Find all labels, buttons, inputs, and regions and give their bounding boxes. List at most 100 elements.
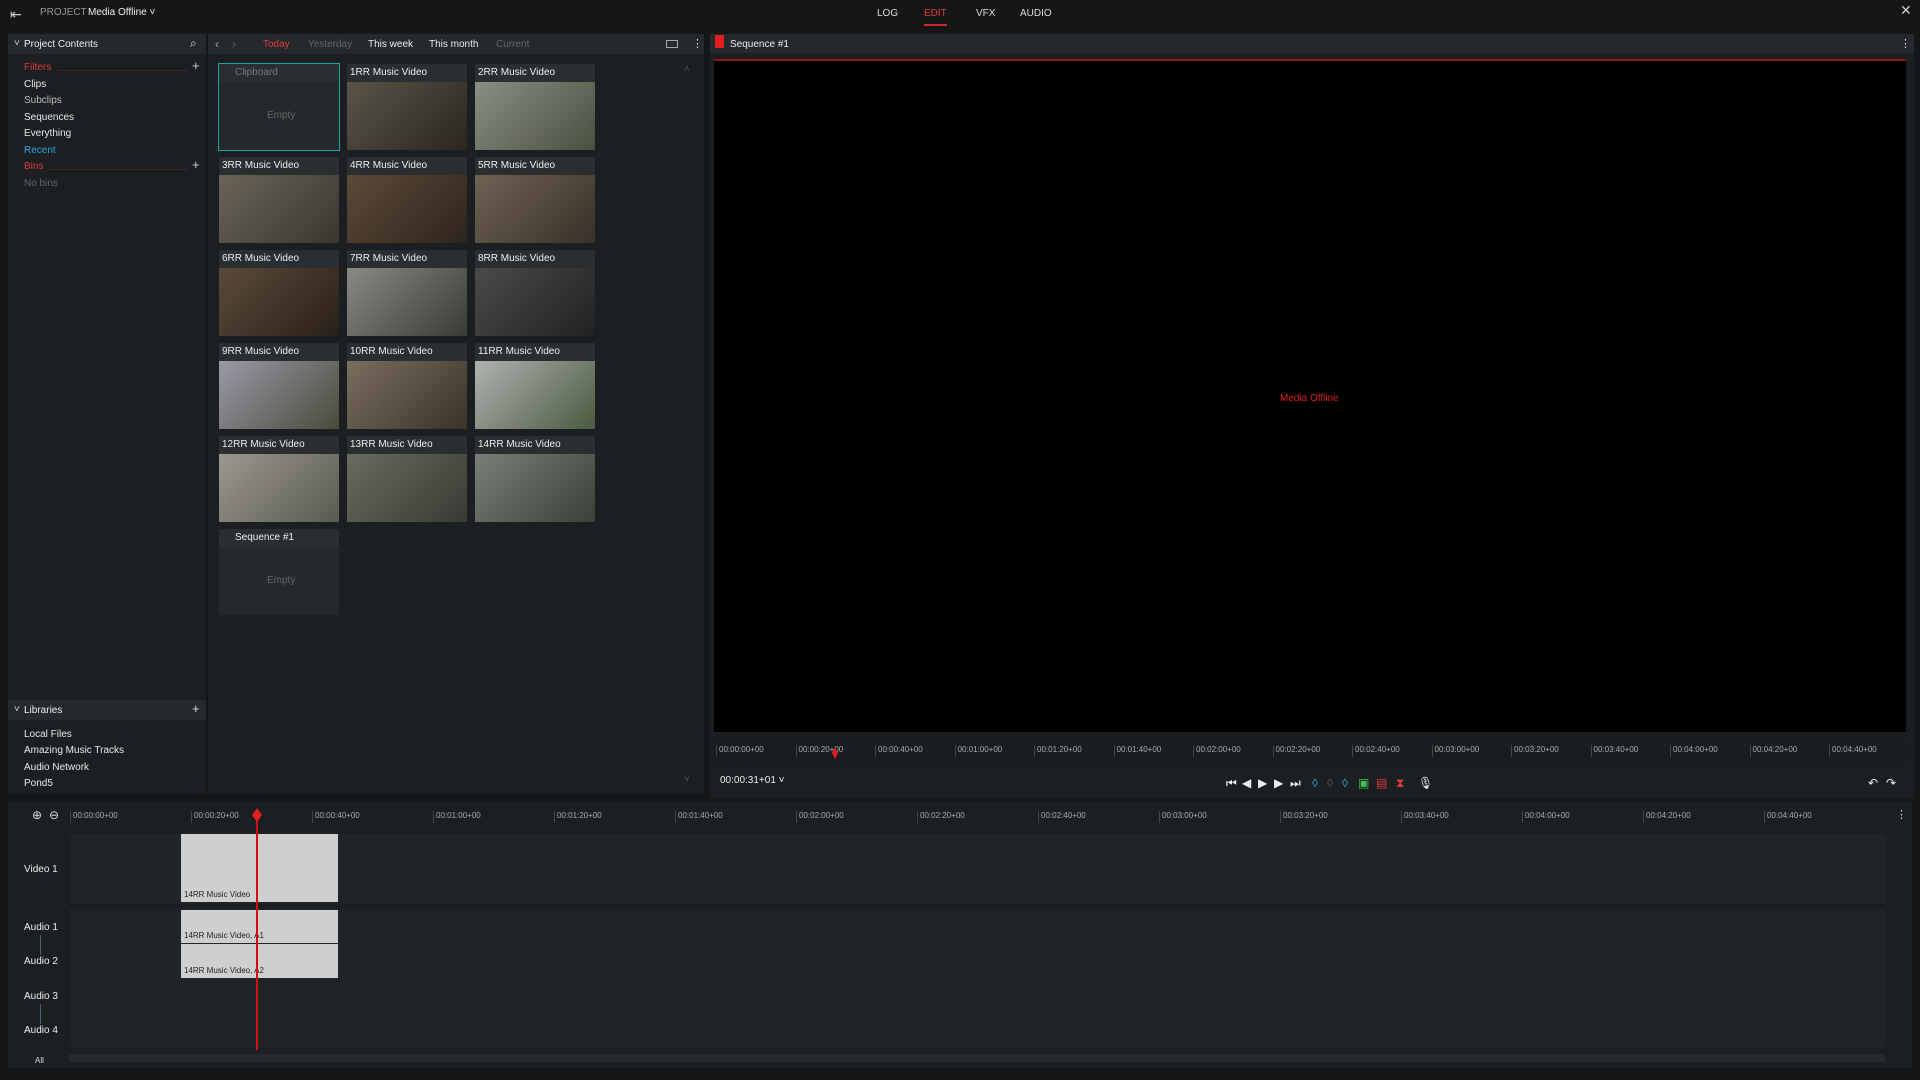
step-back-icon[interactable]: ◀ xyxy=(1242,776,1251,790)
insert-icon[interactable]: ▣ xyxy=(1358,776,1369,790)
track-audio-3[interactable]: Audio 3 xyxy=(24,991,58,1002)
tab-today[interactable]: Today xyxy=(263,39,290,50)
tab-this-week[interactable]: This week xyxy=(368,39,413,50)
replace-icon[interactable]: ⧗ xyxy=(1396,776,1404,791)
ruler-label: 00:04:40+00 xyxy=(1829,745,1877,757)
thumbnail-image xyxy=(347,175,467,243)
project-name-dropdown[interactable]: Media Offline ˅ xyxy=(88,7,155,18)
thumbnail-image xyxy=(347,454,467,522)
library-item[interactable]: Local Files xyxy=(24,729,72,740)
tab-current[interactable]: Current xyxy=(496,39,529,50)
library-item[interactable]: Audio Network xyxy=(24,762,89,773)
add-filter-icon[interactable]: + xyxy=(192,58,200,73)
media-item-title: 6RR Music Video xyxy=(219,250,339,268)
zoom-in-icon[interactable]: ⊕ xyxy=(32,808,42,822)
scroll-down-icon[interactable]: ˅ xyxy=(684,774,690,785)
redo-icon[interactable]: ↷ xyxy=(1886,776,1896,790)
add-bin-icon[interactable]: + xyxy=(192,157,200,172)
ruler-label: 00:00:40+00 xyxy=(312,811,360,823)
go-to-end-icon[interactable]: ⏭ xyxy=(1290,776,1301,791)
mark-in-icon[interactable]: ◊ xyxy=(1312,776,1318,790)
go-to-start-icon[interactable]: ⏮ xyxy=(1226,776,1237,791)
media-item[interactable]: 13RR Music Video xyxy=(347,436,467,522)
overwrite-icon[interactable]: ▤ xyxy=(1376,776,1387,790)
media-item[interactable]: 8RR Music Video xyxy=(475,250,595,336)
close-icon[interactable]: ✕ xyxy=(1900,2,1912,19)
media-item-title: 13RR Music Video xyxy=(347,436,467,454)
back-icon[interactable]: ‹ xyxy=(215,37,219,51)
media-item[interactable]: 14RR Music Video xyxy=(475,436,595,522)
library-item[interactable]: Amazing Music Tracks xyxy=(24,745,124,756)
media-item-title: 8RR Music Video xyxy=(475,250,595,268)
ruler-label: 00:01:40+00 xyxy=(1113,745,1161,757)
scroll-up-icon[interactable]: ˄ xyxy=(684,64,690,75)
empty-placeholder: Empty xyxy=(219,82,339,150)
video-clip[interactable]: 14RR Music Video xyxy=(181,834,338,902)
undo-icon[interactable]: ↶ xyxy=(1868,776,1878,790)
video-track-area[interactable] xyxy=(69,834,1885,904)
filter-sequences[interactable]: Sequences xyxy=(24,112,74,123)
zoom-out-icon[interactable]: ⊖ xyxy=(49,808,59,822)
track-audio-4[interactable]: Audio 4 xyxy=(24,1025,58,1036)
timecode-dropdown[interactable]: 00:00:31+01 ˅ xyxy=(720,775,785,786)
media-item[interactable]: 1RR Music Video xyxy=(347,64,467,150)
view-mode-icon[interactable] xyxy=(666,40,678,48)
media-item[interactable]: 2RR Music Video xyxy=(475,64,595,150)
timecode: 00:00:31+01 xyxy=(720,775,776,786)
audio-clip-a1[interactable]: 14RR Music Video, A1 xyxy=(181,910,338,943)
step-forward-icon[interactable]: ▶ xyxy=(1274,776,1283,790)
more-options-icon[interactable]: ⋮ xyxy=(1896,808,1907,821)
tab-edit[interactable]: EDIT xyxy=(924,8,947,26)
filters-header[interactable]: Filters xyxy=(24,62,51,73)
filter-recent[interactable]: Recent xyxy=(24,145,56,156)
media-item[interactable]: Sequence #1 Empty xyxy=(219,529,339,615)
panel-title: Project Contents xyxy=(24,39,98,50)
tab-yesterday[interactable]: Yesterday xyxy=(308,39,352,50)
media-item[interactable]: 4RR Music Video xyxy=(347,157,467,243)
media-item[interactable]: 9RR Music Video xyxy=(219,343,339,429)
viewer-ruler[interactable]: 00:00:00+00 00:00:20+00 00:00:40+00 00:01:0… xyxy=(714,742,1906,762)
timeline-panel: ⊕ ⊖ 00:00:00+00 00:00:20+00 00:00:40+00 00:… xyxy=(8,802,1912,1068)
exit-icon[interactable]: ⇤ xyxy=(10,6,22,23)
libraries-header[interactable]: ˅ Libraries + xyxy=(8,700,206,720)
bins-header[interactable]: Bins xyxy=(24,161,43,172)
tab-log[interactable]: LOG xyxy=(877,8,898,19)
filter-clips[interactable]: Clips xyxy=(24,79,46,90)
media-item-title: 11RR Music Video xyxy=(475,343,595,361)
play-icon[interactable]: ▶ xyxy=(1258,776,1267,790)
tab-audio[interactable]: AUDIO xyxy=(1020,8,1052,19)
video-canvas[interactable]: Media Offline xyxy=(714,61,1906,732)
media-item[interactable]: 10RR Music Video xyxy=(347,343,467,429)
timeline-scrollbar[interactable] xyxy=(69,1054,1885,1062)
media-item[interactable]: Clipboard Empty xyxy=(218,63,340,151)
add-library-icon[interactable]: + xyxy=(192,701,200,716)
mark-out-icon[interactable]: ◊ xyxy=(1342,776,1348,790)
audio-track-area[interactable] xyxy=(69,909,1885,1047)
more-options-icon[interactable]: ⋮ xyxy=(692,37,703,50)
tab-vfx[interactable]: VFX xyxy=(976,8,995,19)
media-item[interactable]: 6RR Music Video xyxy=(219,250,339,336)
track-video-1[interactable]: Video 1 xyxy=(24,864,58,875)
timeline-playhead[interactable] xyxy=(256,810,258,1050)
library-item[interactable]: Pond5 xyxy=(24,778,53,789)
media-item[interactable]: 7RR Music Video xyxy=(347,250,467,336)
forward-icon[interactable]: › xyxy=(232,37,236,51)
all-tracks-label[interactable]: All xyxy=(35,1056,44,1065)
media-item[interactable]: 3RR Music Video xyxy=(219,157,339,243)
media-item[interactable]: 5RR Music Video xyxy=(475,157,595,243)
timeline-ruler[interactable]: 00:00:00+00 00:00:20+00 00:00:40+00 00:01:0… xyxy=(68,808,1888,824)
microphone-icon[interactable]: 🎙 xyxy=(1418,776,1433,790)
filter-everything[interactable]: Everything xyxy=(24,128,71,139)
filter-subclips[interactable]: Subclips xyxy=(24,95,62,106)
track-audio-2[interactable]: Audio 2 xyxy=(24,956,58,967)
mark-clip-icon[interactable]: ◊ xyxy=(1327,776,1333,790)
thumbnail-image xyxy=(219,454,339,522)
audio-clip-a2[interactable]: 14RR Music Video, A2 xyxy=(181,944,338,978)
more-options-icon[interactable]: ⋮ xyxy=(1900,37,1911,50)
search-icon[interactable]: ⌕ xyxy=(190,36,197,51)
track-audio-1[interactable]: Audio 1 xyxy=(24,922,58,933)
media-item[interactable]: 12RR Music Video xyxy=(219,436,339,522)
media-item[interactable]: 11RR Music Video xyxy=(475,343,595,429)
project-contents-header[interactable]: ˅ Project Contents ⌕ xyxy=(8,34,206,54)
tab-this-month[interactable]: This month xyxy=(429,39,478,50)
